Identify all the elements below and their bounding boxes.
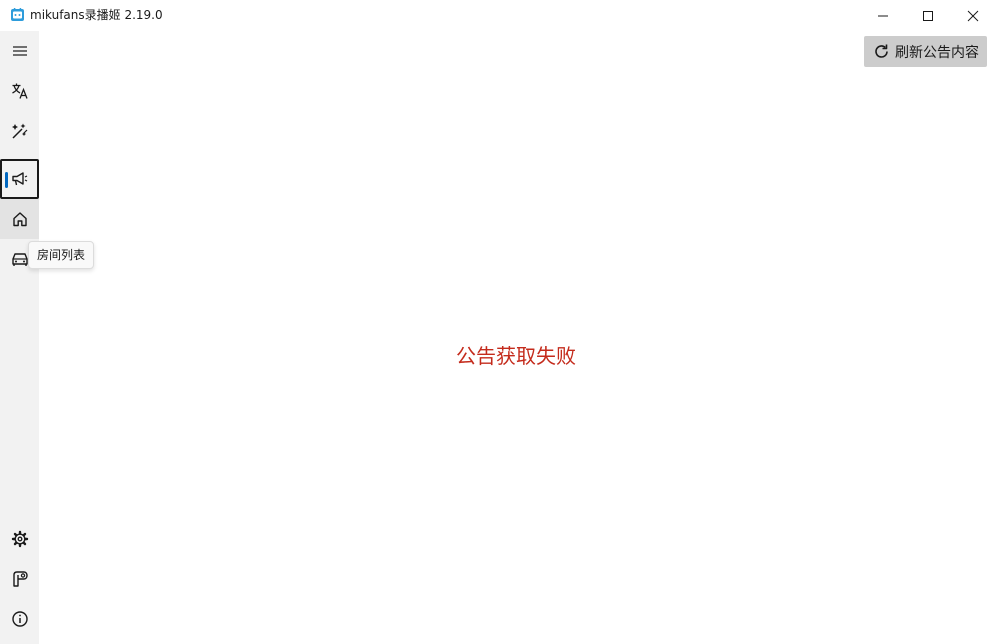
nav-item-home[interactable] bbox=[0, 199, 39, 239]
nav-item-announcement[interactable] bbox=[0, 159, 39, 199]
nav-menu-toggle[interactable] bbox=[0, 31, 39, 71]
hamburger-menu-icon bbox=[12, 46, 27, 56]
magic-wand-icon bbox=[11, 123, 27, 139]
navigation-sidebar bbox=[0, 31, 39, 644]
megaphone-icon bbox=[11, 172, 27, 186]
maximize-icon bbox=[923, 10, 933, 21]
nav-item-toolbox[interactable] bbox=[0, 111, 39, 151]
nav-item-logs[interactable] bbox=[0, 559, 39, 599]
home-icon bbox=[12, 212, 27, 227]
app-logo-icon bbox=[11, 8, 24, 21]
translate-icon bbox=[11, 83, 28, 99]
close-icon bbox=[967, 10, 979, 21]
refresh-announcement-button[interactable]: 刷新公告内容 bbox=[864, 36, 987, 67]
minimize-icon bbox=[878, 15, 888, 16]
nav-item-about[interactable] bbox=[0, 599, 39, 639]
maximize-button[interactable] bbox=[905, 0, 951, 31]
minimize-button[interactable] bbox=[860, 0, 906, 31]
refresh-button-label: 刷新公告内容 bbox=[895, 44, 979, 61]
error-message: 公告获取失败 bbox=[456, 344, 576, 368]
window-title: mikufans录播姬 2.19.0 bbox=[30, 8, 163, 22]
nav-item-translate[interactable] bbox=[0, 71, 39, 111]
car-icon bbox=[11, 253, 28, 266]
selection-indicator bbox=[5, 172, 8, 188]
info-icon bbox=[11, 611, 28, 627]
gear-icon bbox=[11, 530, 28, 548]
nav-tooltip: 房间列表 bbox=[28, 241, 95, 269]
refresh-icon bbox=[875, 44, 888, 58]
title-bar[interactable]: mikufans录播姬 2.19.0 bbox=[0, 0, 992, 31]
log-icon bbox=[12, 571, 28, 587]
nav-item-settings[interactable] bbox=[0, 519, 39, 559]
close-button[interactable] bbox=[950, 0, 992, 31]
